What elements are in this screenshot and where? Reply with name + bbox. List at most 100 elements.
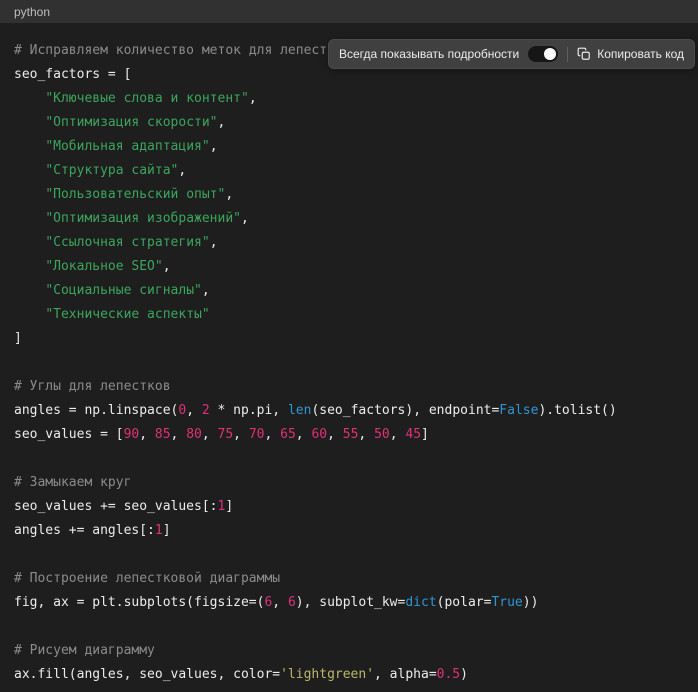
code-token-plain: * np.pi, bbox=[210, 403, 288, 418]
code-line: "Оптимизация скорости", bbox=[14, 111, 684, 135]
code-block: python # Исправляем количество меток для… bbox=[0, 0, 698, 692]
code-line: ] bbox=[14, 327, 684, 351]
code-token-plain bbox=[14, 307, 45, 322]
code-line: angles = np.linspace(0, 2 * np.pi, len(s… bbox=[14, 399, 684, 423]
code-line: # Построение лепестковой диаграммы bbox=[14, 567, 684, 591]
code-token-plain: , bbox=[210, 235, 218, 250]
code-token-plain: , bbox=[233, 427, 249, 442]
code-token-string: "Оптимизация скорости" bbox=[45, 115, 217, 130]
code-token-string: "Социальные сигналы" bbox=[45, 283, 202, 298]
code-token-plain: , bbox=[210, 139, 218, 154]
code-token-keyword: True bbox=[491, 595, 522, 610]
code-token-number: 6 bbox=[288, 595, 296, 610]
code-token-plain bbox=[14, 115, 45, 130]
code-line: ax.fill(angles, seo_values, color='light… bbox=[14, 663, 684, 687]
code-token-plain bbox=[14, 259, 45, 274]
details-toggle[interactable] bbox=[528, 46, 558, 62]
code-token-number: 55 bbox=[343, 427, 359, 442]
code-line bbox=[14, 447, 684, 471]
code-line bbox=[14, 351, 684, 375]
code-token-string: "Мобильная адаптация" bbox=[45, 139, 209, 154]
code-token-plain: angles = np.linspace( bbox=[14, 403, 178, 418]
code-token-plain: ) bbox=[460, 667, 468, 682]
copy-code-label: Копировать код bbox=[597, 47, 684, 61]
code-line: "Ключевые слова и контент", bbox=[14, 87, 684, 111]
code-token-plain: ] bbox=[225, 499, 233, 514]
code-token-number: 65 bbox=[280, 427, 296, 442]
code-token-comment: # Углы для лепестков bbox=[14, 379, 171, 394]
code-token-comment: # Построение лепестковой диаграммы bbox=[14, 571, 280, 586]
code-token-plain: , bbox=[272, 595, 288, 610]
code-token-keyword: False bbox=[499, 403, 538, 418]
code-token-keyword: len bbox=[288, 403, 311, 418]
language-label: python bbox=[14, 5, 50, 19]
code-token-plain: ] bbox=[421, 427, 429, 442]
code-line: fig, ax = plt.subplots(figsize=(6, 6), s… bbox=[14, 591, 684, 615]
code-token-plain: , bbox=[264, 427, 280, 442]
code-line: "Структура сайта", bbox=[14, 159, 684, 183]
copy-icon bbox=[577, 47, 591, 61]
code-line: seo_values = [90, 85, 80, 75, 70, 65, 60… bbox=[14, 423, 684, 447]
code-token-number: 2 bbox=[202, 403, 210, 418]
code-token-plain bbox=[14, 283, 45, 298]
code-token-string: "Ссылочная стратегия" bbox=[45, 235, 209, 250]
code-line: "Пользовательский опыт", bbox=[14, 183, 684, 207]
details-toggle-label: Всегда показывать подробности bbox=[339, 47, 519, 61]
code-token-plain: , bbox=[171, 427, 187, 442]
code-token-string: "Ключевые слова и контент" bbox=[45, 91, 249, 106]
code-token-plain: )) bbox=[523, 595, 539, 610]
code-token-number: 80 bbox=[186, 427, 202, 442]
code-token-plain: ).tolist() bbox=[538, 403, 616, 418]
code-token-plain bbox=[14, 187, 45, 202]
code-token-string: "Технические аспекты" bbox=[45, 307, 209, 322]
code-token-plain: seo_factors = [ bbox=[14, 67, 131, 82]
code-token-number: 70 bbox=[249, 427, 265, 442]
copy-code-button[interactable]: Копировать код bbox=[577, 47, 684, 61]
code-token-plain bbox=[14, 139, 45, 154]
code-token-plain: ] bbox=[163, 523, 171, 538]
code-token-plain: angles += angles[: bbox=[14, 523, 155, 538]
code-token-plain: ] bbox=[14, 331, 22, 346]
code-token-plain: , bbox=[296, 427, 312, 442]
code-token-string: "Пользовательский опыт" bbox=[45, 187, 225, 202]
code-token-comment: # Замыкаем круг bbox=[14, 475, 131, 490]
code-token-string: "Оптимизация изображений" bbox=[45, 211, 241, 226]
code-token-plain: ), subplot_kw= bbox=[296, 595, 406, 610]
code-token-number: 1 bbox=[155, 523, 163, 538]
code-token-plain: , bbox=[327, 427, 343, 442]
code-token-plain: seo_values += seo_values[: bbox=[14, 499, 218, 514]
code-token-plain: , bbox=[178, 163, 186, 178]
code-token-plain: , bbox=[202, 427, 218, 442]
code-line: angles += angles[:1] bbox=[14, 519, 684, 543]
code-token-number: 75 bbox=[218, 427, 234, 442]
code-token-plain: , bbox=[249, 91, 257, 106]
code-line: "Оптимизация изображений", bbox=[14, 207, 684, 231]
code-line: "Ссылочная стратегия", bbox=[14, 231, 684, 255]
code-token-plain bbox=[14, 211, 45, 226]
code-line: "Локальное SEO", bbox=[14, 255, 684, 279]
toolbar-divider bbox=[567, 47, 568, 62]
code-line: # Углы для лепестков bbox=[14, 375, 684, 399]
code-content: # Исправляем количество меток для лепест… bbox=[0, 23, 698, 692]
code-token-plain: , alpha= bbox=[374, 667, 437, 682]
code-block-header: python bbox=[0, 0, 698, 23]
code-token-comment: # Рисуем диаграмму bbox=[14, 643, 155, 658]
code-token-plain: , bbox=[186, 403, 202, 418]
code-token-comment: # Исправляем количество меток для лепест… bbox=[14, 43, 351, 58]
code-line: seo_values += seo_values[:1] bbox=[14, 495, 684, 519]
code-token-plain: seo_values = [ bbox=[14, 427, 124, 442]
code-token-string: "Локальное SEO" bbox=[45, 259, 162, 274]
code-token-number: 45 bbox=[405, 427, 421, 442]
code-token-string_alt: 'lightgreen' bbox=[280, 667, 374, 682]
code-token-plain: (seo_factors), endpoint= bbox=[311, 403, 499, 418]
code-line: # Рисуем диаграмму bbox=[14, 639, 684, 663]
code-token-plain: (polar= bbox=[437, 595, 492, 610]
code-token-plain: , bbox=[218, 115, 226, 130]
code-token-plain bbox=[14, 163, 45, 178]
code-line: # Замыкаем круг bbox=[14, 471, 684, 495]
code-token-string: "Структура сайта" bbox=[45, 163, 178, 178]
code-token-number: 0.5 bbox=[437, 667, 460, 682]
code-token-plain bbox=[14, 235, 45, 250]
code-toolbar: Всегда показывать подробности Копировать… bbox=[328, 39, 695, 69]
code-token-number: 60 bbox=[311, 427, 327, 442]
